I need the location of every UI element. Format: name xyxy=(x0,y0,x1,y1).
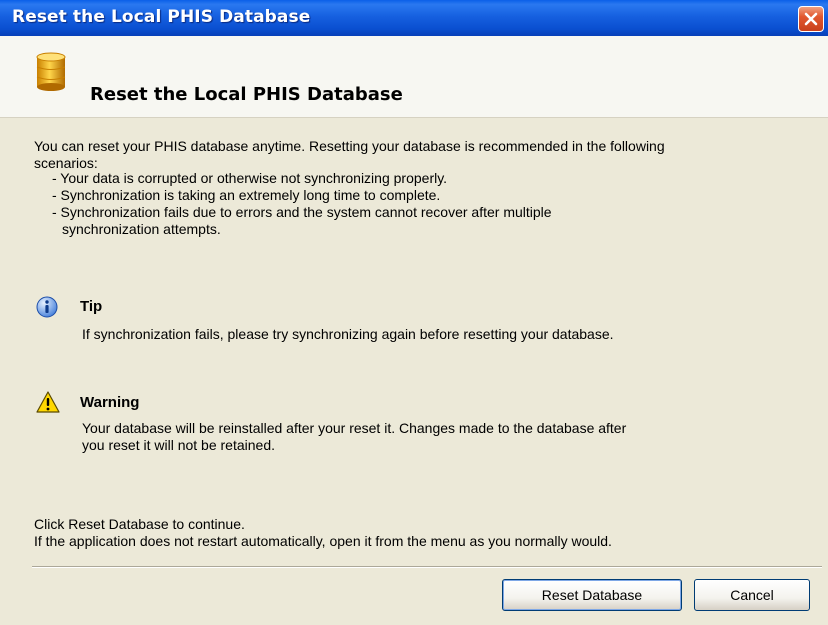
closing-line: Click Reset Database to continue. xyxy=(34,516,245,532)
closing-line: If the application does not restart auto… xyxy=(34,533,612,549)
warning-text: Your database will be reinstalled after … xyxy=(82,420,626,454)
intro-text: You can reset your PHIS database anytime… xyxy=(34,138,665,172)
closing-text: Click Reset Database to continue. If the… xyxy=(34,516,612,550)
title-bar[interactable]: Reset the Local PHIS Database xyxy=(0,0,828,36)
warning-title: Warning xyxy=(80,394,140,411)
footer-separator xyxy=(32,566,822,568)
dialog-window: Reset the Local PHIS Database Reset the … xyxy=(0,0,828,625)
warning-icon xyxy=(36,391,60,413)
reset-database-button[interactable]: Reset Database xyxy=(502,579,682,611)
info-icon xyxy=(36,296,58,318)
warning-line: you reset it will not be retained. xyxy=(82,437,275,453)
list-item-continued: synchronization attempts. xyxy=(62,221,221,237)
list-item: - Your data is corrupted or otherwise no… xyxy=(52,170,448,186)
list-item: - Synchronization is taking an extremely… xyxy=(52,187,441,203)
dialog-header: Reset the Local PHIS Database xyxy=(0,36,828,118)
cancel-button[interactable]: Cancel xyxy=(694,579,810,611)
close-icon xyxy=(804,12,818,26)
list-item: - Synchronization fails due to errors an… xyxy=(52,204,552,220)
dialog-content: You can reset your PHIS database anytime… xyxy=(0,118,828,625)
tip-text: If synchronization fails, please try syn… xyxy=(82,326,614,342)
warning-line: Your database will be reinstalled after … xyxy=(82,420,627,436)
tip-title: Tip xyxy=(80,298,103,315)
header-title: Reset the Local PHIS Database xyxy=(90,84,403,105)
window-title: Reset the Local PHIS Database xyxy=(12,7,311,27)
database-icon xyxy=(36,52,66,91)
close-button[interactable] xyxy=(798,6,824,32)
intro-line: You can reset your PHIS database anytime… xyxy=(34,138,665,154)
scenario-list: - Your data is corrupted or otherwise no… xyxy=(44,170,552,238)
